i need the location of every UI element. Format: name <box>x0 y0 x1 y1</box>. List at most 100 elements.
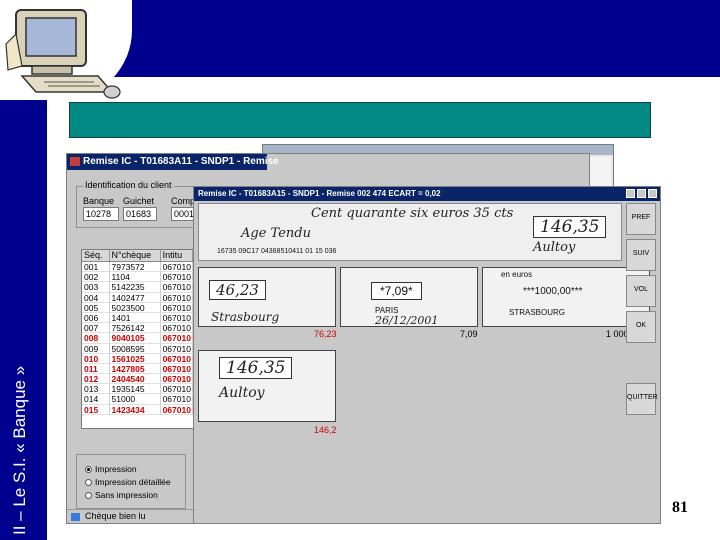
option-impression-detaillee[interactable]: Impression détaillée <box>85 477 171 487</box>
signature: Aultoy <box>533 240 576 255</box>
cell-intitule: 067010 <box>161 312 193 323</box>
window-title: Remise IC - T01683A11 - SNDP1 - Remise <box>83 156 279 167</box>
option-label: Impression <box>95 464 137 474</box>
thumb-amount: 46,23 <box>209 280 266 300</box>
cheque-thumb-4[interactable]: 146,35 Aultoy <box>198 350 336 422</box>
radio-icon <box>85 492 92 499</box>
cell-cheque: 1104 <box>110 272 161 282</box>
table-row[interactable]: 009 5008595 067010 <box>82 343 193 354</box>
thumb-total-1: 76,23 <box>314 329 337 339</box>
vol-button[interactable]: VOL <box>626 275 656 307</box>
cell-cheque: 5008595 <box>110 343 161 353</box>
print-options-group: Impression Impression détaillée Sans imp… <box>76 454 186 509</box>
cell-intitule: 067010 <box>161 282 193 292</box>
table-row[interactable]: 001 7973572 067010 <box>82 262 193 273</box>
ok-button[interactable]: OK <box>626 311 656 343</box>
cell-seq: 013 <box>82 384 110 394</box>
table-row[interactable]: 011 1427805 067010 <box>82 363 193 375</box>
thumb-place: Strasbourg <box>211 310 280 324</box>
vertical-title: II – Le S.I. « Banque » <box>10 365 29 535</box>
table-row[interactable]: 010 1561025 067010 <box>82 353 193 364</box>
col-seq[interactable]: Séq. <box>82 250 110 261</box>
cheque-table: Séq. N°chèque Intitu 001 7973572 067010 002… <box>81 249 194 429</box>
col-intitule[interactable]: Intitu <box>161 250 193 261</box>
cell-intitule: 067010 <box>161 363 193 374</box>
label-guichet: Guichet <box>123 196 155 206</box>
table-row[interactable]: 004 1402477 067010 <box>82 292 193 303</box>
guichet-field[interactable]: 01683 <box>123 207 157 221</box>
table-row[interactable]: 007 7526142 067010 <box>82 323 193 334</box>
pref-button[interactable]: PREF <box>626 203 656 235</box>
table-row[interactable]: 012 2404540 067010 <box>82 374 193 385</box>
table-header: Séq. N°chèque Intitu <box>82 250 193 262</box>
viewer-title: Remise IC - T01683A15 - SNDP1 - Remise 0… <box>198 189 441 198</box>
table-row[interactable]: 013 1935145 067010 <box>82 384 193 395</box>
amount-words: Cent quarante six euros 35 cts <box>311 206 514 221</box>
table-row[interactable]: 008 9040105 067010 <box>82 333 193 344</box>
payee-text: Age Tendu <box>241 226 311 241</box>
cell-intitule: 067010 <box>161 292 193 302</box>
quitter-button[interactable]: QUITTER <box>626 383 658 415</box>
group-legend: Identification du client <box>83 180 174 190</box>
cell-cheque: 51000 <box>110 394 161 404</box>
cheque-codes: 16735 09C17 04368510411 01 15 036 <box>217 248 337 255</box>
cheque-thumb-3[interactable]: en euros ***1000,00*** STRASBOURG <box>482 267 650 327</box>
cell-cheque: 2404540 <box>110 374 161 384</box>
cell-seq: 007 <box>82 323 110 333</box>
status-icon <box>71 513 80 521</box>
label-compte: Comp <box>171 196 196 206</box>
viewer-titlebar[interactable]: Remise IC - T01683A15 - SNDP1 - Remise 0… <box>194 187 660 201</box>
cell-cheque: 5142235 <box>110 282 161 292</box>
thumb-amount: 146,35 <box>219 357 293 379</box>
banque-field[interactable]: 10278 <box>83 207 119 221</box>
option-sans-impression[interactable]: Sans impression <box>85 490 158 500</box>
radio-icon <box>85 479 92 486</box>
window-titlebar[interactable]: Remise IC - T01683A11 - SNDP1 - Remise <box>67 154 279 170</box>
cell-cheque: 1427805 <box>110 363 161 374</box>
option-impression[interactable]: Impression <box>85 464 137 474</box>
table-row[interactable]: 002 1104 067010 <box>82 272 193 283</box>
table-row[interactable]: 003 5142235 067010 <box>82 282 193 293</box>
close-button[interactable] <box>648 189 657 198</box>
cell-seq: 011 <box>82 363 110 374</box>
cheque-thumb-2[interactable]: *7,09* PARIS 26/12/2001 <box>340 267 478 327</box>
cell-cheque: 5023500 <box>110 302 161 312</box>
cell-cheque: 1423434 <box>110 404 161 414</box>
cell-cheque: 1561025 <box>110 353 161 363</box>
cheque-thumbnails: 46,23 Strasbourg *7,09* PARIS 26/12/2001… <box>198 267 650 339</box>
cell-intitule: 067010 <box>161 302 193 312</box>
thumb-caption: en euros <box>501 270 533 279</box>
table-row[interactable]: 006 1401 067010 <box>82 312 193 324</box>
client-identification-group: Identification du client Banque Guichet … <box>76 180 206 228</box>
cell-intitule: 067010 <box>161 272 193 282</box>
cell-seq: 015 <box>82 404 110 414</box>
table-row[interactable]: 005 5023500 067010 <box>82 302 193 313</box>
minimize-button[interactable] <box>626 189 635 198</box>
option-label: Sans impression <box>95 490 158 500</box>
computer-clipart-icon <box>5 9 121 99</box>
cheque-viewer-window: Remise IC - T01683A15 - SNDP1 - Remise 0… <box>193 186 661 524</box>
cell-intitule: 067010 <box>161 394 193 404</box>
suiv-button[interactable]: SUIV <box>626 239 656 271</box>
cell-seq: 006 <box>82 312 110 323</box>
app-icon <box>70 157 80 166</box>
maximize-button[interactable] <box>637 189 646 198</box>
cell-intitule: 067010 <box>161 343 193 353</box>
cell-intitule: 067010 <box>161 384 193 394</box>
col-cheque[interactable]: N°chèque <box>110 250 161 261</box>
cell-cheque: 7973572 <box>110 262 161 272</box>
cell-intitule: 067010 <box>161 353 193 363</box>
radio-icon <box>85 466 92 473</box>
cell-seq: 001 <box>82 262 110 272</box>
cell-seq: 005 <box>82 302 110 312</box>
cheque-thumb-1[interactable]: 46,23 Strasbourg <box>198 267 336 327</box>
cell-cheque: 9040105 <box>110 333 161 343</box>
cheque-main-scan: Cent quarante six euros 35 cts Age Tendu… <box>198 203 622 261</box>
table-row[interactable]: 015 1423434 067010 <box>82 404 193 415</box>
table-row[interactable]: 014 51000 067010 <box>82 394 193 405</box>
status-text: Chèque bien lu <box>85 511 146 521</box>
cell-intitule: 067010 <box>161 323 193 333</box>
thumb-amount: *7,09* <box>371 282 422 300</box>
thumb-signature: Aultoy <box>219 385 265 401</box>
title-banner <box>69 102 651 138</box>
